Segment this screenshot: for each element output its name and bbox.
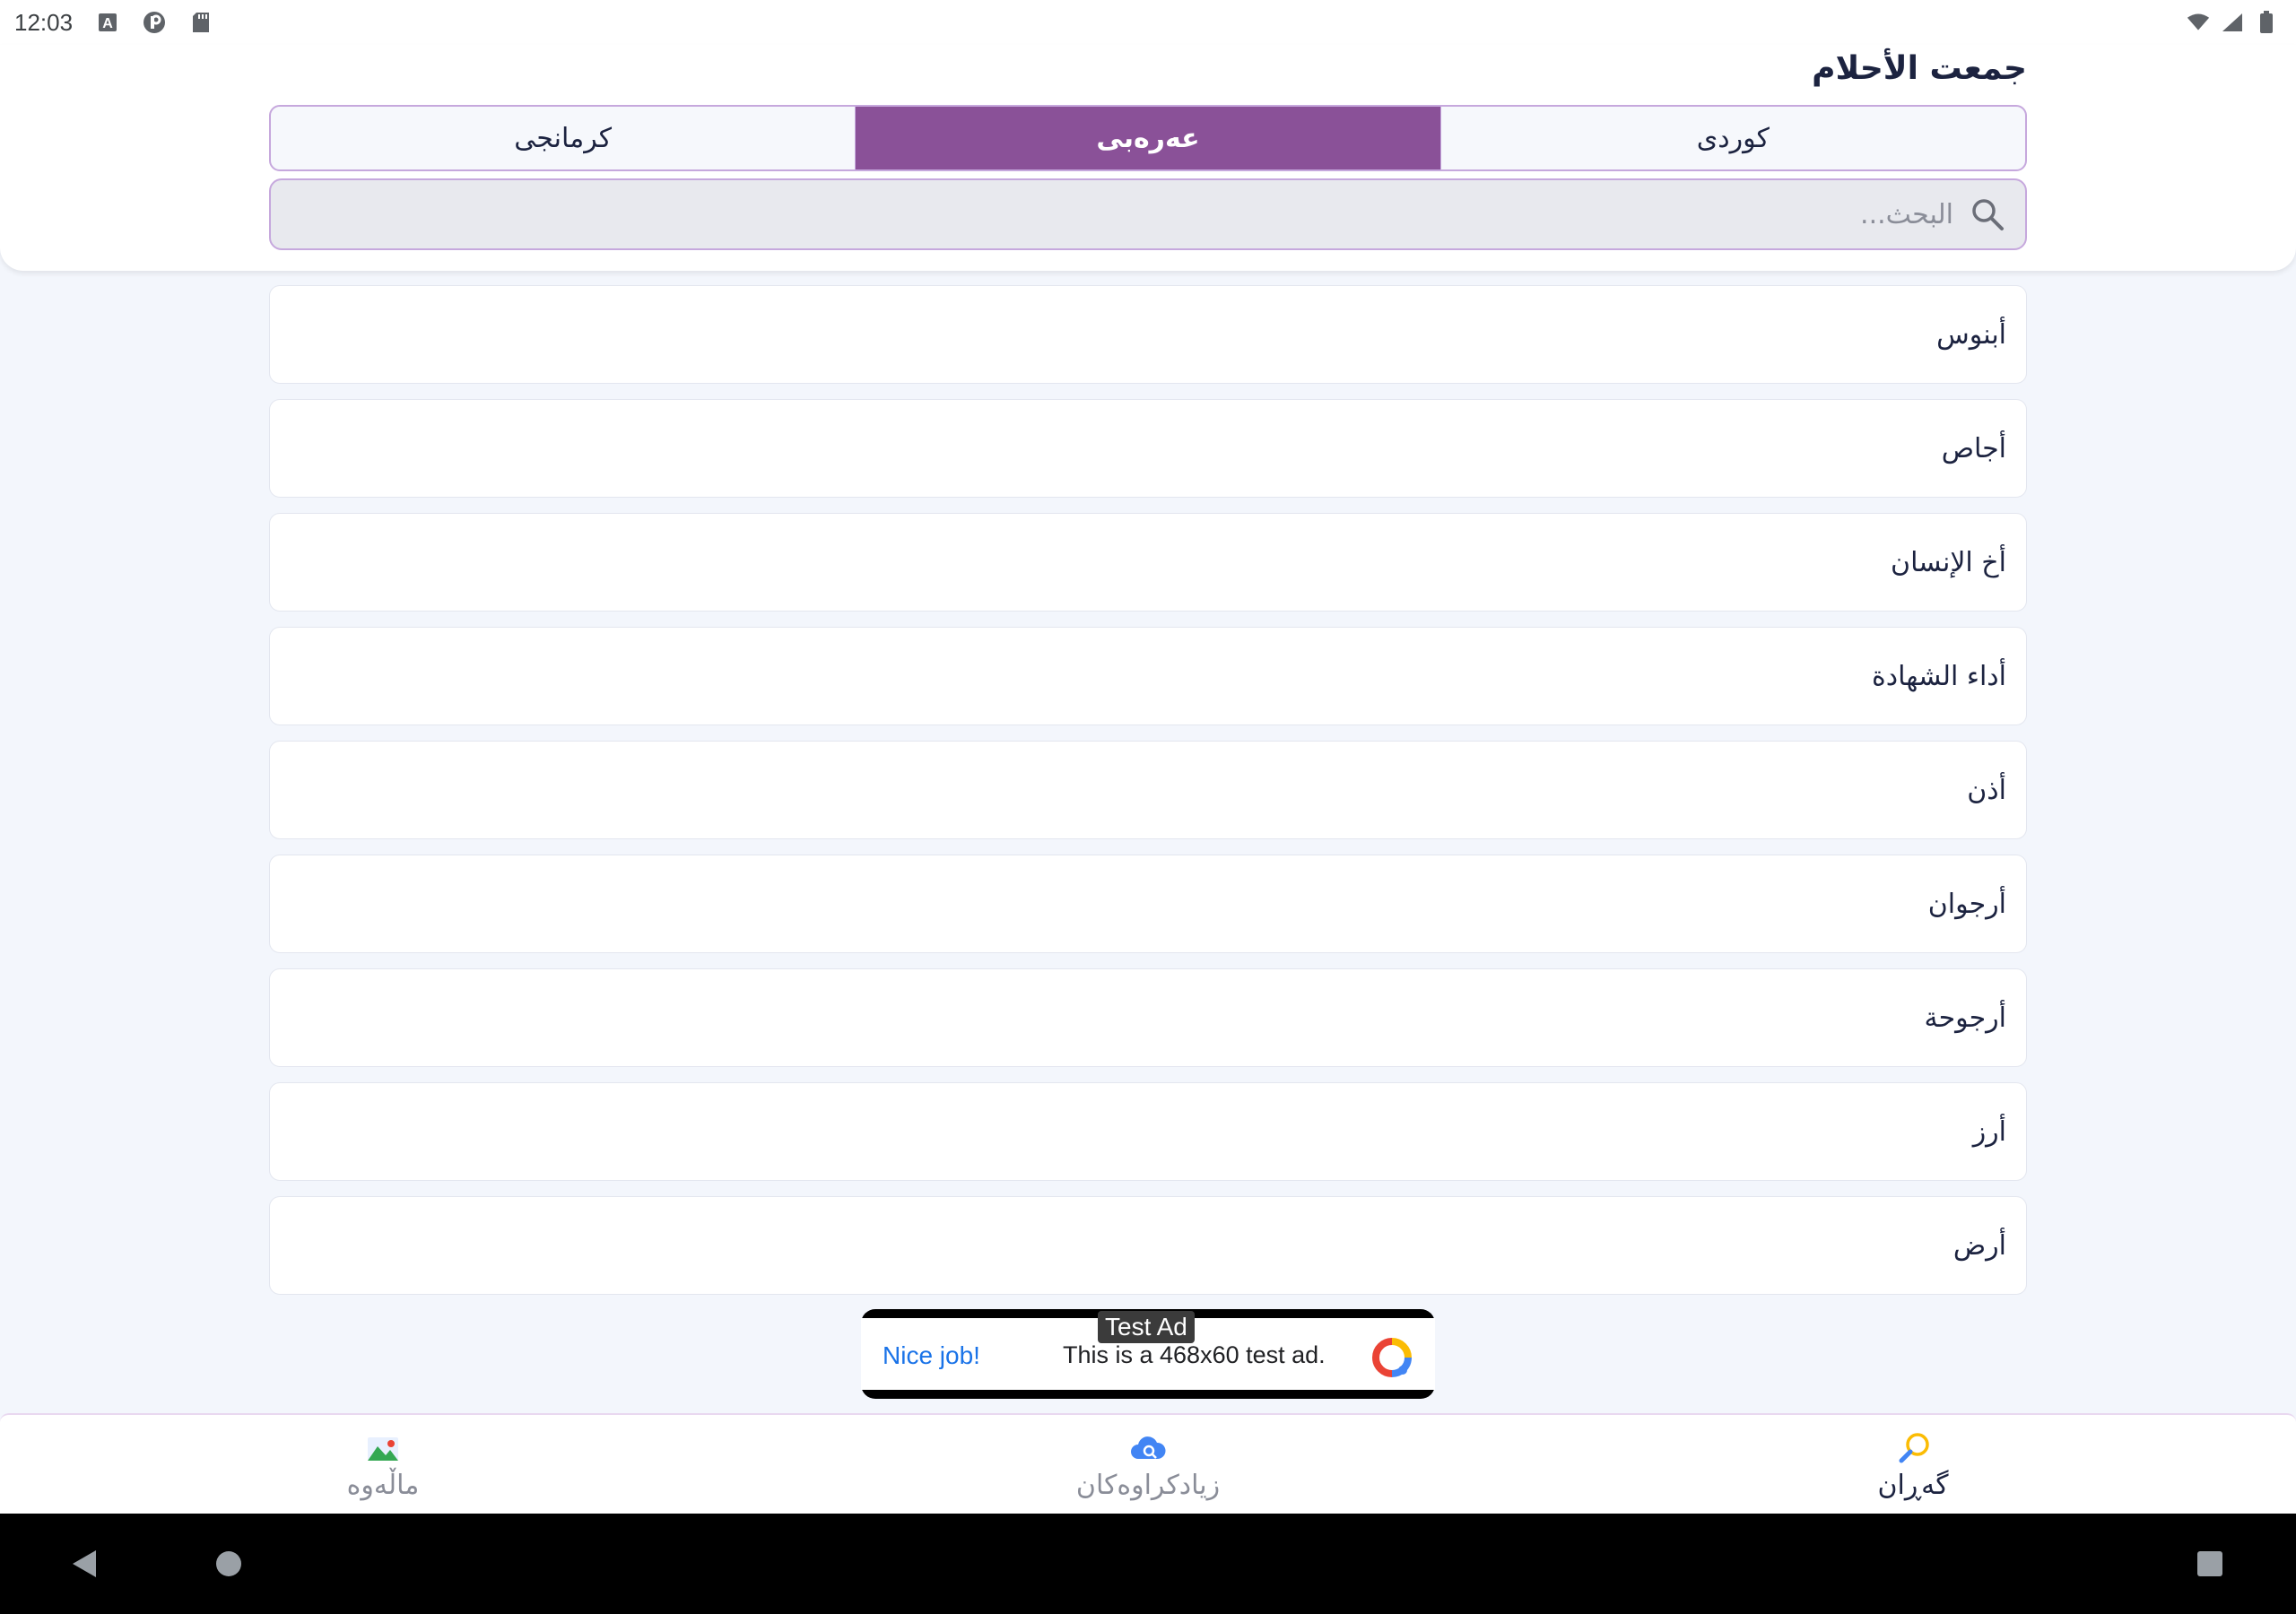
list-item[interactable]: أذن: [269, 741, 2027, 839]
recents-button[interactable]: [2185, 1539, 2235, 1589]
status-bar-right: [2187, 11, 2278, 34]
list-item-label: أرجوحة: [1924, 1002, 2007, 1034]
p-badge-icon: [143, 11, 166, 34]
nav-label: ماڵەوە: [346, 1469, 420, 1501]
list-item-label: أرز: [1972, 1115, 2006, 1148]
sd-card-icon: [189, 11, 213, 34]
language-tabs: كرمانجی عەرەبی کوردی: [269, 105, 2027, 171]
list-item[interactable]: أرجوحة: [269, 968, 2027, 1067]
list-item-label: أجاص: [1941, 432, 2006, 464]
keyboard-a-icon: A: [96, 11, 119, 34]
app-header: جمعت الأحلام كرمانجی عەرەبی کوردی: [0, 45, 2296, 271]
test-ad-label: Test Ad: [1098, 1311, 1195, 1343]
tab-label: كرمانجی: [514, 122, 613, 154]
search-input[interactable]: [271, 180, 1970, 248]
page-title: جمعت الأحلام: [1812, 50, 2027, 87]
status-bar: 12:03 A: [0, 0, 2296, 45]
bottom-navigation: ماڵەوە زیادکراوەکان گەڕان: [0, 1413, 2296, 1514]
battery-icon: [2255, 11, 2278, 34]
nav-label: زیادکراوەکان: [1075, 1469, 1221, 1501]
list-item[interactable]: أداء الشهادة: [269, 627, 2027, 725]
tab-kurmanji[interactable]: كرمانجی: [271, 107, 855, 169]
tab-label: عەرەبی: [1096, 122, 1200, 154]
search-icon: [1970, 196, 2005, 232]
ad-nice-text: Nice job!: [883, 1341, 980, 1369]
cloud-search-icon: [1129, 1430, 1167, 1468]
magnifier-icon: [1894, 1430, 1932, 1468]
status-bar-left: 12:03 A: [14, 9, 213, 37]
back-button[interactable]: [59, 1539, 109, 1589]
svg-text:A: A: [102, 16, 113, 31]
nav-favorites[interactable]: زیادکراوەکان: [1031, 1415, 1265, 1515]
ad-banner[interactable]: Nice job! This is a 468x60 test ad. Test…: [861, 1309, 1435, 1399]
nav-search[interactable]: گەڕان: [1796, 1415, 2030, 1515]
home-circle-icon: [216, 1551, 241, 1576]
list-item-label: أرض: [1952, 1229, 2006, 1262]
recents-square-icon: [2197, 1551, 2222, 1576]
tab-label: کوردی: [1696, 122, 1770, 154]
ad-network-icon: [1372, 1338, 1412, 1377]
nav-home[interactable]: ماڵەوە: [266, 1415, 500, 1515]
dream-list: أبنوس أجاص أخ الإنسان أداء الشهادة أذن أ…: [269, 285, 2027, 1310]
list-item-label: أداء الشهادة: [1872, 660, 2006, 692]
list-item[interactable]: أرض: [269, 1196, 2027, 1295]
signal-icon: [2221, 11, 2244, 34]
list-item[interactable]: أبنوس: [269, 285, 2027, 384]
list-item-label: أرجوان: [1927, 888, 2006, 920]
list-item[interactable]: أجاص: [269, 399, 2027, 498]
tab-arabic[interactable]: عەرەبی: [855, 107, 1440, 169]
list-item-label: أخ الإنسان: [1891, 546, 2006, 578]
system-navigation-bar: [0, 1514, 2296, 1614]
list-item[interactable]: أرز: [269, 1082, 2027, 1181]
wifi-icon: [2187, 11, 2210, 34]
list-item[interactable]: أخ الإنسان: [269, 513, 2027, 612]
ad-description: This is a 468x60 test ad.: [1063, 1341, 1326, 1368]
list-item-label: أذن: [1967, 774, 2006, 806]
home-button[interactable]: [204, 1539, 254, 1589]
list-item[interactable]: أرجوان: [269, 855, 2027, 953]
status-time: 12:03: [14, 8, 74, 36]
back-triangle-icon: [73, 1550, 96, 1577]
tab-kurdish[interactable]: کوردی: [1439, 107, 2025, 169]
nav-label: گەڕان: [1877, 1469, 1949, 1501]
image-icon: [364, 1430, 402, 1468]
search-bar: [269, 178, 2027, 250]
list-item-label: أبنوس: [1936, 318, 2006, 351]
